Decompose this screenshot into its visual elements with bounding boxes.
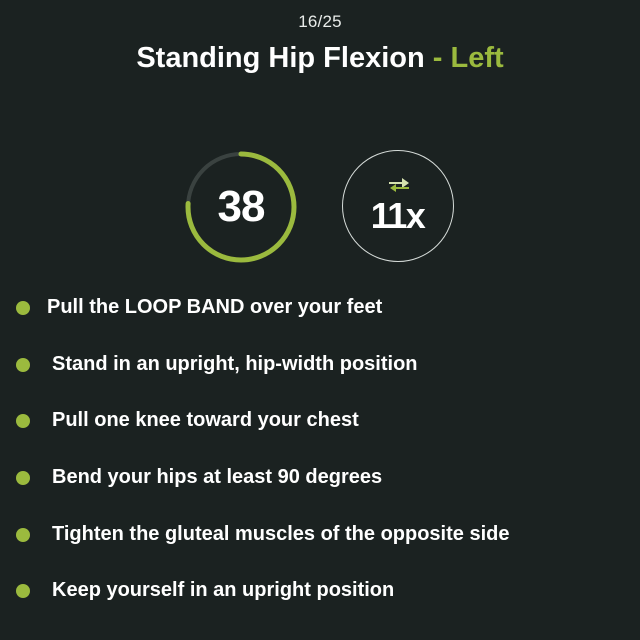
instruction-item: Pull one knee toward your chest — [0, 405, 620, 435]
exercise-counter: 16/25 — [298, 12, 342, 31]
exercise-side: Left — [450, 42, 504, 74]
instruction-item: Tighten the gluteal muscles of the oppos… — [0, 519, 620, 549]
instruction-text: Pull one knee toward your chest — [52, 409, 359, 431]
instruction-item: Pull the LOOP BAND over your feet — [0, 292, 620, 322]
bullet-dot-icon — [16, 528, 30, 542]
bullet-dot-icon — [16, 358, 30, 372]
repetitions-count: 11x — [370, 195, 426, 236]
bullet-dot-icon — [16, 414, 30, 428]
instruction-text: Stand in an upright, hip-width position — [52, 353, 418, 375]
instruction-item: Bend your hips at least 90 degrees — [0, 462, 620, 492]
swap-arrows-icon — [389, 178, 409, 192]
instruction-text: Pull the LOOP BAND over your feet — [47, 296, 383, 318]
exercise-title: Standing Hip Flexion - Left — [0, 42, 640, 75]
timer-seconds: 38 — [217, 182, 266, 231]
instruction-item: Keep yourself in an upright position — [0, 575, 620, 605]
repetitions-badge: 11x — [342, 150, 454, 262]
bullet-dot-icon — [16, 301, 30, 315]
instruction-text: Bend your hips at least 90 degrees — [52, 466, 383, 488]
instruction-text: Keep yourself in an upright position — [52, 579, 395, 601]
instruction-item: Stand in an upright, hip-width position — [0, 349, 620, 379]
title-separator: - — [432, 42, 443, 74]
bullet-dot-icon — [16, 584, 30, 598]
exercise-name: Standing Hip Flexion — [136, 42, 425, 74]
instruction-text: Tighten the gluteal muscles of the oppos… — [52, 523, 510, 545]
countdown-timer: 38 — [184, 150, 298, 264]
bullet-dot-icon — [16, 471, 30, 485]
